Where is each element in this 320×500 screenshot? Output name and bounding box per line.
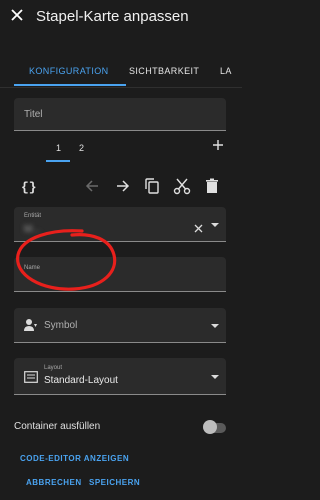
card-tab-indicator bbox=[46, 160, 70, 162]
card-tab-1[interactable]: 1 bbox=[56, 143, 61, 153]
container-toggle-knob[interactable] bbox=[203, 420, 217, 434]
svg-text:{}: {} bbox=[21, 180, 37, 195]
tab-bar: KONFIGURATION SICHTBARKEIT LA bbox=[0, 56, 242, 86]
layout-field-value: Standard-Layout bbox=[44, 375, 118, 386]
code-editor-button[interactable]: CODE-EDITOR ANZEIGEN bbox=[20, 454, 129, 463]
copy-icon[interactable] bbox=[142, 176, 162, 196]
code-braces-icon[interactable]: {} bbox=[20, 176, 40, 196]
annotation-circle bbox=[16, 229, 117, 291]
chevron-down-icon[interactable] bbox=[211, 375, 219, 379]
delete-icon[interactable] bbox=[202, 176, 222, 196]
layout-icon bbox=[24, 370, 38, 388]
container-toggle-label: Container ausfüllen bbox=[14, 421, 101, 432]
cut-icon[interactable] bbox=[172, 176, 192, 196]
symbol-field-placeholder: Symbol bbox=[44, 320, 78, 331]
title-field[interactable]: Titel bbox=[14, 98, 226, 131]
tab-layout[interactable]: LA bbox=[220, 66, 232, 76]
layout-field-label: Layout bbox=[44, 365, 63, 371]
save-button[interactable]: SPEICHERN bbox=[89, 478, 140, 487]
chevron-down-icon[interactable] bbox=[211, 324, 219, 328]
title-field-placeholder: Titel bbox=[24, 109, 43, 120]
entity-field-label: Entität bbox=[24, 213, 42, 219]
page-title: Stapel-Karte anpassen bbox=[36, 8, 189, 25]
arrow-left-icon[interactable] bbox=[83, 176, 103, 196]
divider bbox=[0, 87, 242, 88]
cancel-button[interactable]: ABBRECHEN bbox=[26, 478, 82, 487]
close-icon[interactable] bbox=[194, 220, 203, 238]
tab-konfiguration[interactable]: KONFIGURATION bbox=[29, 66, 109, 76]
chevron-down-icon[interactable] bbox=[211, 223, 219, 227]
plus-icon[interactable] bbox=[212, 138, 224, 156]
close-icon[interactable] bbox=[10, 8, 24, 27]
account-icon bbox=[24, 318, 38, 337]
tab-sichtbarkeit[interactable]: SICHTBARKEIT bbox=[129, 66, 199, 76]
tab-indicator bbox=[14, 84, 126, 86]
arrow-right-icon[interactable] bbox=[112, 176, 132, 196]
card-tab-2[interactable]: 2 bbox=[79, 143, 84, 153]
layout-field[interactable]: Layout Standard-Layout bbox=[14, 358, 226, 395]
symbol-field[interactable]: Symbol bbox=[14, 308, 226, 343]
